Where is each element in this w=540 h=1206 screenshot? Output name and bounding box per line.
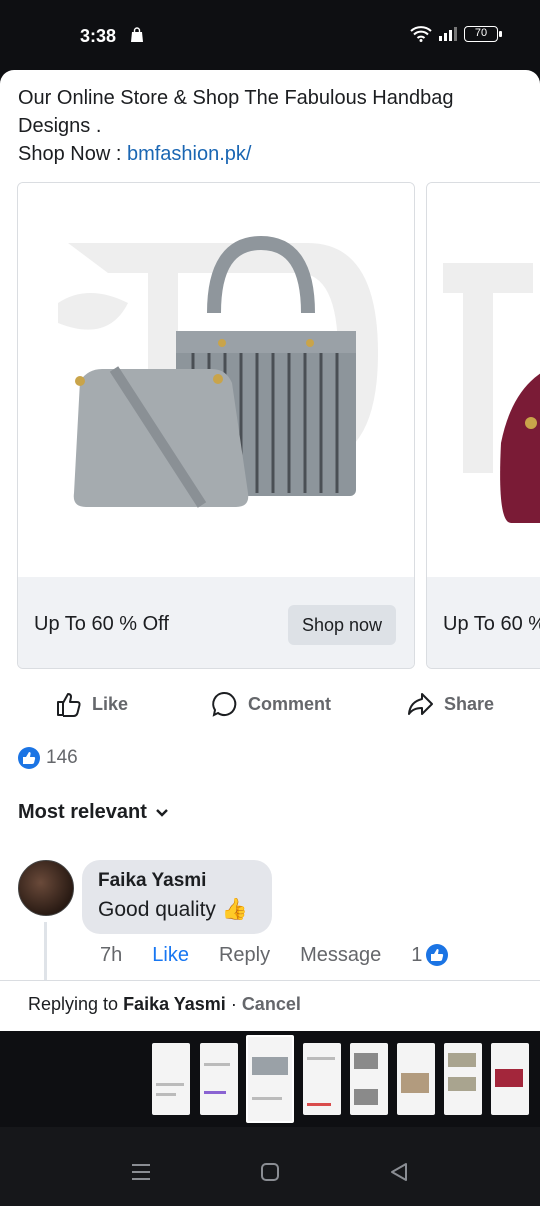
chevron-down-icon	[156, 808, 168, 817]
shopping-bag-icon	[131, 27, 143, 42]
comment-like-count: 1	[411, 943, 423, 966]
carousel-card[interactable]: Up To 60 %	[426, 182, 540, 669]
status-time: 3:38	[80, 26, 117, 46]
comment-text: Good quality 👍	[98, 898, 256, 922]
replying-name: Faika Yasmi	[123, 994, 226, 1014]
screenshot-thumbnail[interactable]	[491, 1043, 529, 1115]
card-title: Up To 60 % Off	[34, 613, 169, 635]
wifi-icon	[410, 26, 432, 42]
share-label: Share	[444, 693, 495, 714]
comment-body: Good quality	[98, 898, 216, 921]
filter-label: Most relevant	[18, 801, 147, 823]
post-actions: Like Comment Share	[0, 684, 540, 724]
share-button[interactable]: Share	[406, 684, 494, 724]
signal-icon	[439, 27, 457, 41]
screenshot-thumbnail[interactable]	[152, 1043, 190, 1115]
replying-prefix: Replying to	[28, 994, 124, 1014]
like-reaction-icon	[18, 747, 40, 769]
screenshot-thumbnail-selected[interactable]	[246, 1035, 294, 1123]
screenshot-thumbnail[interactable]	[303, 1043, 341, 1115]
screenshot-strip	[0, 1031, 540, 1127]
post-text: Our Online Store & Shop The Fabulous Han…	[18, 84, 518, 168]
home-icon[interactable]	[259, 1161, 281, 1183]
product-image[interactable]	[18, 183, 414, 577]
thread-line	[44, 922, 47, 982]
comment-author[interactable]: Faika Yasmi	[98, 870, 256, 892]
replying-separator: ·	[225, 994, 242, 1014]
comment-button[interactable]: Comment	[210, 684, 331, 724]
battery-icon: 70	[464, 26, 502, 42]
system-nav-bar	[0, 1127, 540, 1206]
thumbs-up-emoji: 👍	[221, 898, 248, 921]
post-link[interactable]: bmfashion.pk/	[127, 143, 252, 165]
like-label: Like	[92, 693, 129, 714]
screenshot-thumbnail[interactable]	[200, 1043, 238, 1115]
comment-time: 7h	[100, 943, 123, 966]
cancel-reply-button[interactable]: Cancel	[242, 994, 301, 1014]
card-title: Up To 60 %	[443, 613, 540, 635]
reaction-count: 146	[46, 747, 78, 768]
share-icon	[408, 693, 433, 715]
screenshot-thumbnail[interactable]	[397, 1043, 435, 1115]
shop-now-button[interactable]: Shop now	[288, 605, 396, 645]
comment-icon	[212, 691, 237, 717]
card-footer: Up To 60 %	[427, 577, 540, 668]
comment-bubble[interactable]: Faika Yasmi Good quality 👍	[82, 860, 272, 934]
comment-message-button[interactable]: Message	[300, 944, 381, 967]
replying-bar: Replying to Faika Yasmi · Cancel	[0, 980, 540, 1024]
comment-meta: 7h Like Reply Message 1	[100, 940, 478, 970]
screenshot-thumbnail[interactable]	[444, 1043, 482, 1115]
carousel-card[interactable]: Up To 60 % Off Shop now	[17, 182, 415, 669]
card-footer: Up To 60 % Off Shop now	[18, 577, 414, 668]
like-button[interactable]: Like	[54, 684, 128, 724]
recent-apps-icon[interactable]	[130, 1161, 152, 1183]
comment-reply-button[interactable]: Reply	[219, 944, 270, 967]
thumbs-up-icon	[57, 693, 81, 717]
post-shop-prefix: Shop Now :	[18, 143, 127, 165]
status-bar: 3:38 70	[0, 0, 540, 70]
reactions-summary[interactable]: 146	[18, 747, 78, 769]
comment-label: Comment	[248, 693, 332, 714]
avatar[interactable]	[18, 860, 74, 916]
post-sheet: Our Online Store & Shop The Fabulous Han…	[0, 70, 540, 1031]
post-caption: Our Online Store & Shop The Fabulous Han…	[18, 87, 454, 137]
screenshot-thumbnail[interactable]	[350, 1043, 388, 1115]
product-image[interactable]	[427, 183, 540, 577]
comment-like-button[interactable]: Like	[152, 944, 189, 967]
comment-filter[interactable]: Most relevant	[18, 801, 169, 824]
back-icon[interactable]	[388, 1161, 410, 1183]
like-reaction-icon	[426, 944, 449, 966]
